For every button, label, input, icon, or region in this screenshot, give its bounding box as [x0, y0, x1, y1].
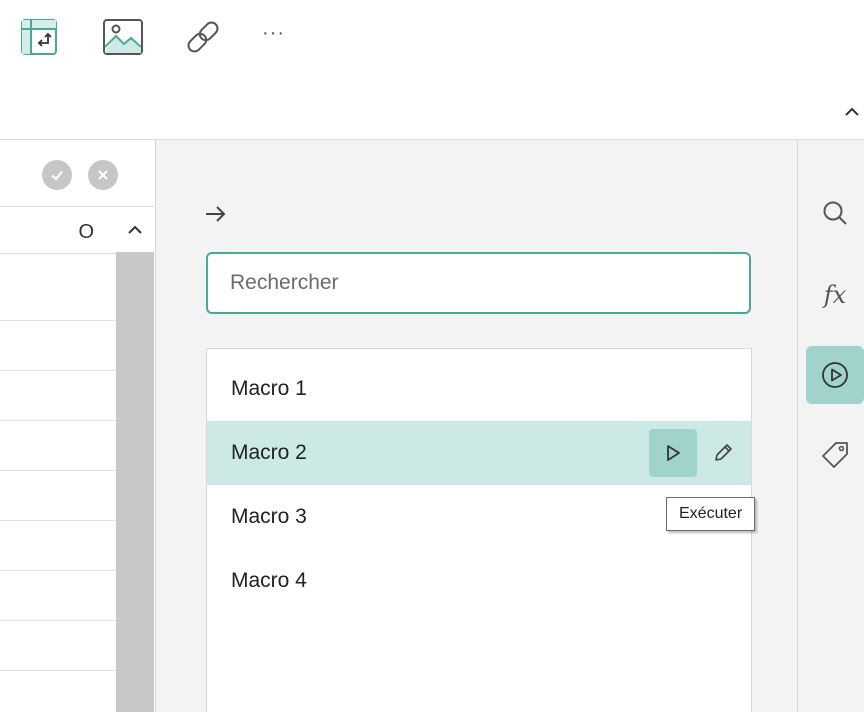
vertical-scrollbar[interactable] — [116, 252, 154, 712]
link-icon[interactable] — [180, 14, 226, 60]
row-divider — [0, 320, 116, 321]
close-circle-icon[interactable] — [88, 160, 118, 190]
chevron-up-icon[interactable] — [840, 100, 864, 124]
row-divider — [0, 670, 116, 671]
row-divider — [0, 420, 116, 421]
macro-label: Macro 1 — [231, 377, 307, 400]
tag-icon[interactable] — [806, 426, 864, 484]
more-options-button[interactable]: ··· — [262, 22, 285, 45]
row-divider — [0, 470, 116, 471]
pencil-icon[interactable] — [703, 433, 743, 473]
function-label: fx — [823, 281, 847, 309]
search-input[interactable] — [206, 252, 751, 314]
pivot-table-icon[interactable] — [16, 14, 62, 60]
macro-label: Macro 4 — [231, 569, 307, 592]
run-tooltip: Exécuter — [666, 497, 756, 531]
macro-label: Macro 2 — [231, 441, 307, 464]
play-icon[interactable] — [649, 429, 697, 477]
function-icon[interactable]: fx — [806, 266, 864, 324]
row-divider — [0, 570, 116, 571]
search-icon[interactable] — [806, 184, 864, 242]
list-item[interactable]: Macro 2 — [207, 421, 751, 485]
row-divider — [0, 520, 116, 521]
check-circle-icon[interactable] — [42, 160, 72, 190]
row-divider — [0, 620, 116, 621]
list-item[interactable]: Macro 1 — [207, 357, 751, 421]
column-header[interactable]: O — [0, 206, 116, 254]
image-chart-icon[interactable] — [100, 14, 146, 60]
scroll-up-button[interactable] — [116, 206, 154, 253]
list-item[interactable]: Macro 4 — [207, 549, 751, 613]
macro-label: Macro 3 — [231, 505, 307, 528]
macro-play-icon[interactable] — [806, 346, 864, 404]
column-letter: O — [78, 221, 94, 243]
row-divider — [0, 370, 116, 371]
arrow-right-icon[interactable] — [202, 202, 230, 226]
